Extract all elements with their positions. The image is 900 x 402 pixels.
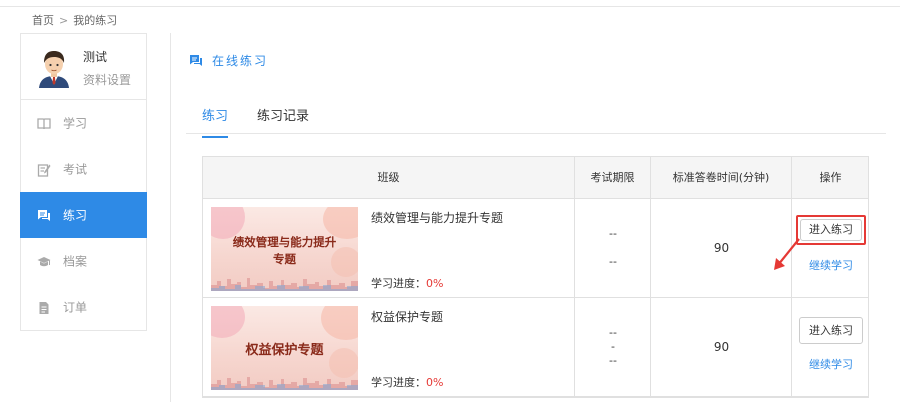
continue-study-link[interactable]: 继续学习 <box>792 257 870 273</box>
enter-practice-button[interactable]: 进入练习 <box>799 317 863 344</box>
deadline-value: -- <box>609 354 617 367</box>
sidebar-item-study[interactable]: 学习 <box>21 100 146 146</box>
breadcrumb: 首页 > 我的练习 <box>32 12 117 28</box>
course-cell: 权益保护专题 权益保护专题 学习进度：0% <box>203 298 574 397</box>
course-cell: 绩效管理与能力提升 专题 绩效管理与能力提升专题 学习进度：0% <box>203 199 574 298</box>
exam-period-cell: -- -- <box>574 199 650 298</box>
study-progress: 学习进度：0% <box>371 374 443 390</box>
exam-icon <box>37 163 51 177</box>
sidebar-item-label: 学习 <box>63 116 88 131</box>
deadline-value: -- <box>609 227 617 240</box>
sidebar-item-archive[interactable]: 档案 <box>21 238 146 284</box>
continue-study-link[interactable]: 继续学习 <box>792 356 870 372</box>
sidebar: 测试 资料设置 学习 考试 练习 档案 订单 <box>20 33 147 331</box>
thumb-title-line2: 专题 <box>273 252 296 266</box>
table-row: 绩效管理与能力提升 专题 绩效管理与能力提升专题 学习进度：0% -- -- 9… <box>203 199 868 298</box>
sidebar-item-orders[interactable]: 订单 <box>21 284 146 330</box>
practice-table: 班级 考试期限 标准答卷时间(分钟) 操作 绩效管理与能力提升 专题 绩效管理与… <box>202 156 869 398</box>
deadline-value: -- <box>609 255 617 268</box>
tab-practice-records[interactable]: 练习记录 <box>257 105 309 136</box>
standard-time-cell: 90 <box>650 199 791 298</box>
tab-bar: 练习 练习记录 <box>186 100 886 138</box>
thumb-title-line1: 绩效管理与能力提升 <box>232 235 337 249</box>
progress-value: 0% <box>426 277 444 290</box>
document-icon <box>39 301 49 314</box>
actions-cell: 进入练习 继续学习 <box>791 298 869 397</box>
course-thumbnail[interactable]: 绩效管理与能力提升 专题 <box>211 207 358 291</box>
thumb-title: 权益保护专题 <box>245 343 324 358</box>
sidebar-item-exam[interactable]: 考试 <box>21 146 146 192</box>
section-title-text: 在线练习 <box>212 54 269 68</box>
breadcrumb-current: 我的练习 <box>73 14 118 27</box>
progress-value: 0% <box>426 376 444 389</box>
course-thumbnail[interactable]: 权益保护专题 <box>211 306 358 390</box>
header-standard-time: 标准答卷时间(分钟) <box>650 157 791 199</box>
sidebar-item-practice[interactable]: 练习 <box>20 192 147 238</box>
table-header: 班级 考试期限 标准答卷时间(分钟) 操作 <box>203 157 868 199</box>
city-skyline-decoration <box>211 278 358 291</box>
breadcrumb-home[interactable]: 首页 <box>32 12 54 28</box>
exam-period-cell: -- - -- <box>574 298 650 397</box>
tab-practice[interactable]: 练习 <box>202 105 229 138</box>
course-name[interactable]: 权益保护专题 <box>371 308 443 325</box>
actions-cell: 进入练习 继续学习 <box>791 199 869 298</box>
table-row: 权益保护专题 权益保护专题 学习进度：0% -- - -- 90 进入练习 继续… <box>203 298 868 397</box>
user-profile: 测试 资料设置 <box>21 34 146 100</box>
user-name: 测试 <box>83 50 108 64</box>
duration-value: 90 <box>713 241 730 255</box>
sidebar-item-label: 练习 <box>63 208 88 223</box>
header-exam-period: 考试期限 <box>574 157 650 199</box>
enter-practice-label: 进入练习 <box>800 219 862 241</box>
deadline-value: - <box>611 340 615 353</box>
header-class: 班级 <box>377 171 400 184</box>
red-arrow-annotation <box>774 238 800 270</box>
content-divider <box>170 33 171 402</box>
progress-label: 学习进度： <box>371 277 426 290</box>
profile-settings-link[interactable]: 资料设置 <box>83 71 131 88</box>
sidebar-item-label: 订单 <box>63 300 88 315</box>
study-progress: 学习进度：0% <box>371 275 443 291</box>
deadline-value: -- <box>609 326 617 339</box>
book-icon <box>37 117 51 129</box>
breadcrumb-separator: > <box>59 14 69 27</box>
top-divider <box>0 6 900 7</box>
progress-label: 学习进度： <box>371 376 426 389</box>
avatar[interactable] <box>36 46 72 88</box>
city-skyline-decoration <box>211 377 358 390</box>
header-actions: 操作 <box>791 157 869 199</box>
enter-practice-button[interactable]: 进入练习 <box>796 215 866 245</box>
sidebar-item-label: 档案 <box>63 254 88 269</box>
practice-chat-icon <box>190 54 202 66</box>
standard-time-cell: 90 <box>650 298 791 397</box>
practice-chat-icon <box>38 209 50 221</box>
sidebar-item-label: 考试 <box>63 162 88 177</box>
course-name[interactable]: 绩效管理与能力提升专题 <box>371 209 503 226</box>
duration-value: 90 <box>713 340 730 354</box>
graduation-cap-icon <box>37 256 51 266</box>
section-title: 在线练习 <box>189 52 268 69</box>
